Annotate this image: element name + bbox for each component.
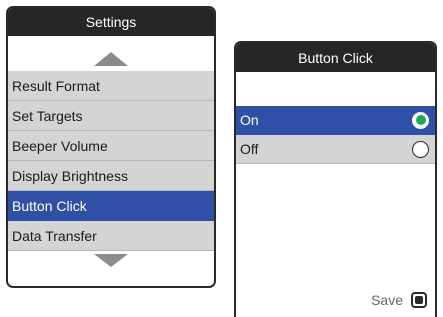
option-on[interactable]: On [236,106,435,135]
menu-item-label: Set Targets [12,107,83,124]
option-label: On [240,112,259,128]
option-off[interactable]: Off [236,135,435,164]
menu-item-beeper-volume[interactable]: Beeper Volume [8,131,214,161]
menu-item-label: Beeper Volume [12,137,108,154]
radio-dot-icon [415,115,426,125]
save-button[interactable] [411,292,427,308]
menu-item-set-targets[interactable]: Set Targets [8,101,214,131]
settings-menu-list: Result Format Set Targets Beeper Volume … [8,71,214,251]
option-label: Off [240,141,259,157]
scroll-up-button[interactable] [8,36,214,71]
save-row: Save [371,292,427,308]
scroll-up-arrow-icon [94,51,128,66]
menu-item-display-brightness[interactable]: Display Brightness [8,161,214,191]
stage: Settings Result Format Set Targets Beepe… [0,0,443,317]
button-click-title-bar: Button Click [236,43,435,72]
settings-title-bar: Settings [8,8,214,36]
settings-title: Settings [85,14,137,30]
radio-checked-icon[interactable] [412,111,429,129]
button-click-title: Button Click [298,49,373,66]
save-square-icon [415,296,423,304]
button-click-screen: Button Click On Off Save [234,41,437,317]
scroll-down-button[interactable] [8,251,214,275]
save-label: Save [371,292,403,308]
settings-screen: Settings Result Format Set Targets Beepe… [6,6,216,288]
menu-item-data-transfer[interactable]: Data Transfer [8,221,214,251]
menu-item-label: Data Transfer [12,227,97,244]
menu-item-label: Display Brightness [12,167,128,184]
scroll-down-arrow-icon [94,254,128,267]
menu-item-label: Result Format [12,77,100,94]
radio-unchecked-icon[interactable] [412,140,429,158]
menu-item-label: Button Click [12,197,87,214]
menu-item-result-format[interactable]: Result Format [8,71,214,101]
menu-item-button-click[interactable]: Button Click [8,191,214,221]
